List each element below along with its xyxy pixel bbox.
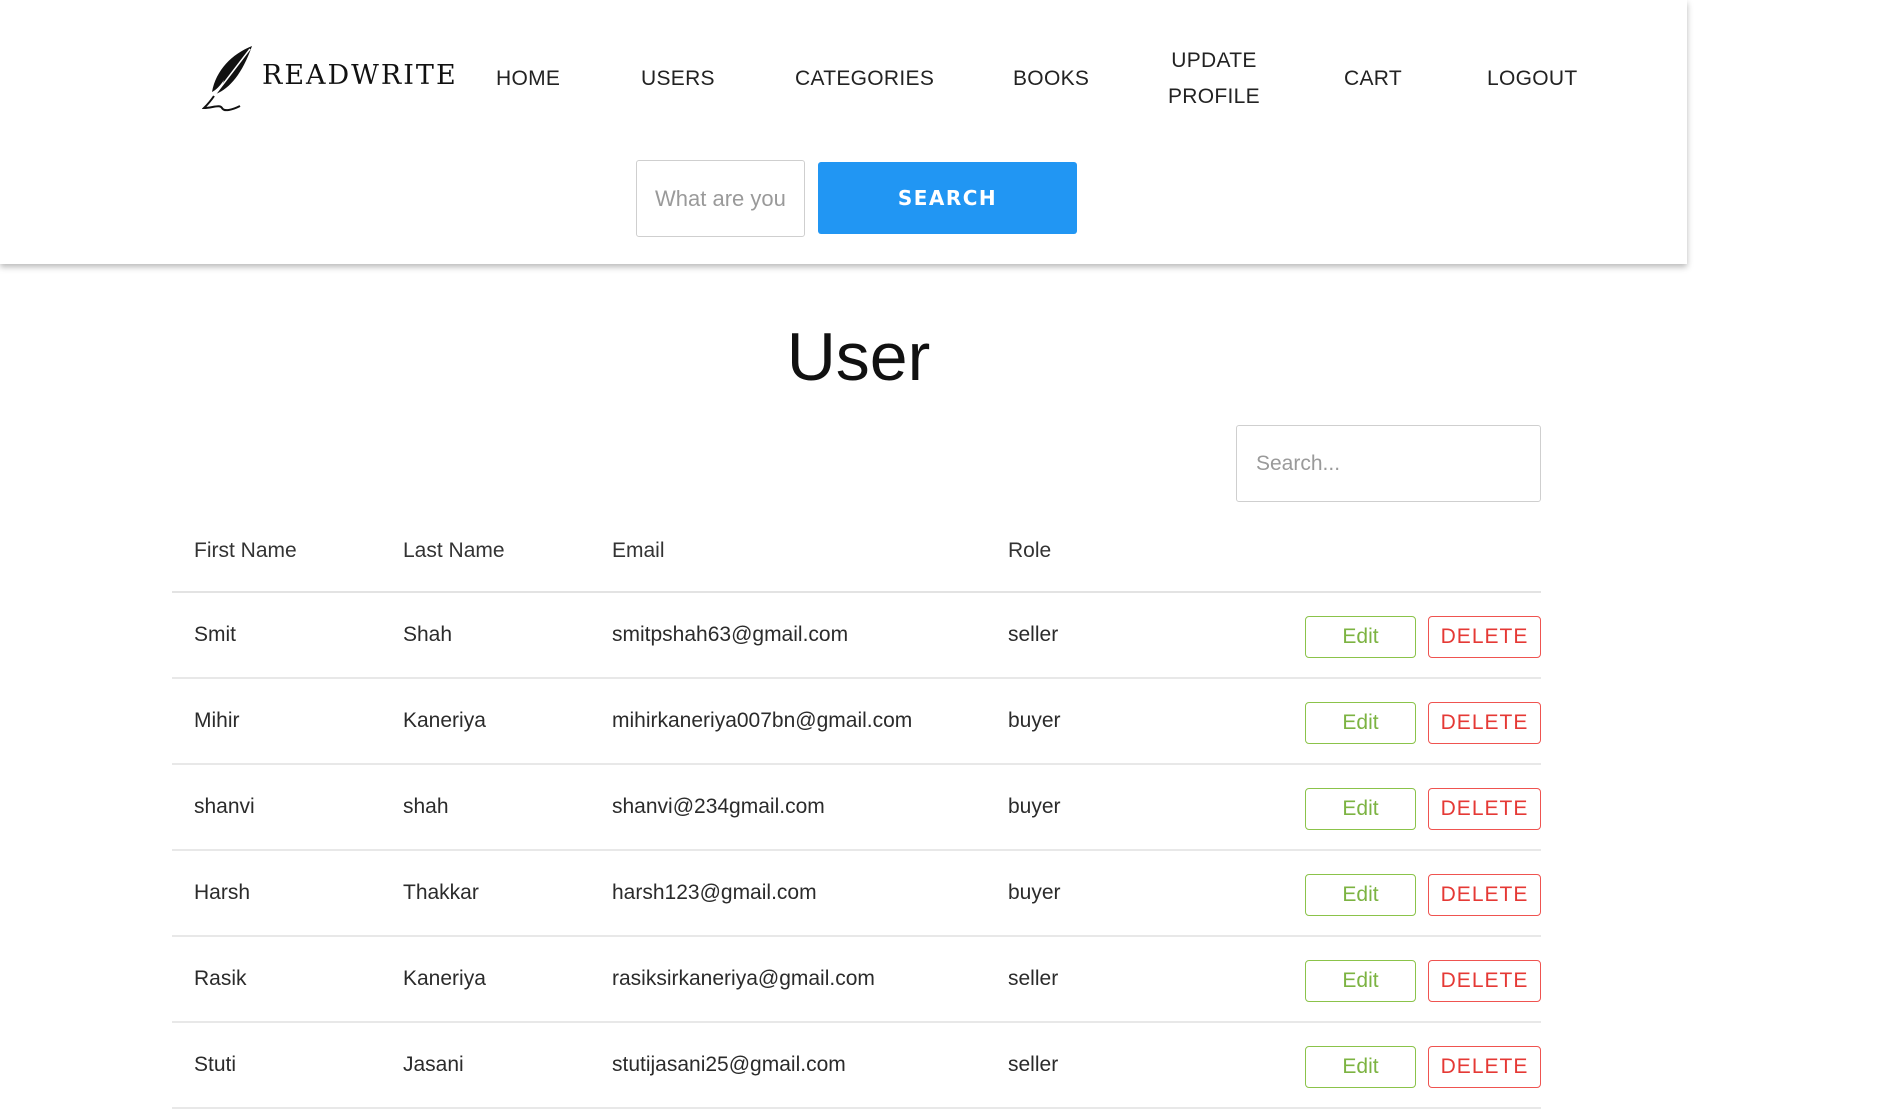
cell-role: buyer: [1008, 709, 1061, 732]
nav-cart[interactable]: CART: [1344, 61, 1402, 97]
brand-name: READWRITE: [262, 60, 458, 91]
cell-first-name: Stuti: [194, 1053, 237, 1076]
nav-update-profile-line2: PROFILE: [1168, 85, 1260, 108]
cell-email: stutijasani25@gmail.com: [612, 1053, 846, 1076]
cell-first-name: Smit: [194, 623, 236, 646]
edit-button[interactable]: Edit: [1305, 788, 1416, 830]
table-row: Rasik Kaneriya rasiksirkaneriya@gmail.co…: [172, 937, 1541, 1023]
cell-role: seller: [1008, 1053, 1059, 1076]
cell-role: seller: [1008, 967, 1059, 990]
cell-email: smitpshah63@gmail.com: [612, 623, 849, 646]
delete-button[interactable]: DELETE: [1428, 702, 1541, 744]
top-header: READWRITE HOME USERS CATEGORIES BOOKS UP…: [0, 0, 1687, 264]
cell-last-name: Kaneriya: [403, 709, 486, 732]
delete-button[interactable]: DELETE: [1428, 616, 1541, 658]
edit-button[interactable]: Edit: [1305, 616, 1416, 658]
nav-users[interactable]: USERS: [641, 61, 715, 97]
search-button[interactable]: SEARCH: [818, 162, 1077, 234]
table-row: Stuti Jasani stutijasani25@gmail.com sel…: [172, 1023, 1541, 1109]
table-row: Harsh Thakkar harsh123@gmail.com buyer E…: [172, 851, 1541, 937]
cell-email: mihirkaneriya007bn@gmail.com: [612, 709, 913, 732]
header-last-name: Last Name: [403, 539, 505, 562]
cell-first-name: Mihir: [194, 709, 240, 732]
cell-role: seller: [1008, 623, 1059, 646]
header-role: Role: [1008, 539, 1052, 562]
nav-home[interactable]: HOME: [496, 61, 560, 97]
cell-last-name: shah: [403, 795, 449, 818]
quill-feather-icon: [202, 46, 252, 112]
cell-last-name: Shah: [403, 623, 453, 646]
edit-button[interactable]: Edit: [1305, 960, 1416, 1002]
table-header: First Name Last Name Email Role: [172, 511, 1541, 593]
cell-email: rasiksirkaneriya@gmail.com: [612, 967, 875, 990]
table-row: Mihir Kaneriya mihirkaneriya007bn@gmail.…: [172, 679, 1541, 765]
cell-last-name: Jasani: [403, 1053, 464, 1076]
nav-categories[interactable]: CATEGORIES: [795, 61, 934, 97]
nav-update-profile[interactable]: UPDATE PROFILE: [1168, 43, 1260, 115]
nav-update-profile-line1: UPDATE: [1171, 49, 1257, 72]
cell-first-name: shanvi: [194, 795, 255, 818]
cell-email: harsh123@gmail.com: [612, 881, 817, 904]
cell-first-name: Rasik: [194, 967, 247, 990]
header-first-name: First Name: [194, 539, 297, 562]
edit-button[interactable]: Edit: [1305, 702, 1416, 744]
delete-button[interactable]: DELETE: [1428, 788, 1541, 830]
nav-logout[interactable]: LOGOUT: [1487, 61, 1577, 97]
table-row: Smit Shah smitpshah63@gmail.com seller E…: [172, 593, 1541, 679]
page-title: User: [786, 319, 931, 395]
header-email: Email: [612, 539, 665, 562]
nav-books[interactable]: BOOKS: [1013, 61, 1089, 97]
cell-role: buyer: [1008, 795, 1061, 818]
cell-last-name: Kaneriya: [403, 967, 486, 990]
cell-role: buyer: [1008, 881, 1061, 904]
table-search-input[interactable]: [1236, 425, 1541, 502]
cell-email: shanvi@234gmail.com: [612, 795, 825, 818]
delete-button[interactable]: DELETE: [1428, 1046, 1541, 1088]
table-row: shanvi shah shanvi@234gmail.com buyer Ed…: [172, 765, 1541, 851]
cell-last-name: Thakkar: [403, 881, 479, 904]
users-table: First Name Last Name Email Role Smit Sha…: [172, 511, 1541, 1109]
edit-button[interactable]: Edit: [1305, 1046, 1416, 1088]
cell-first-name: Harsh: [194, 881, 251, 904]
delete-button[interactable]: DELETE: [1428, 960, 1541, 1002]
delete-button[interactable]: DELETE: [1428, 874, 1541, 916]
brand-logo[interactable]: READWRITE: [202, 44, 458, 114]
edit-button[interactable]: Edit: [1305, 874, 1416, 916]
search-input[interactable]: [636, 160, 805, 237]
